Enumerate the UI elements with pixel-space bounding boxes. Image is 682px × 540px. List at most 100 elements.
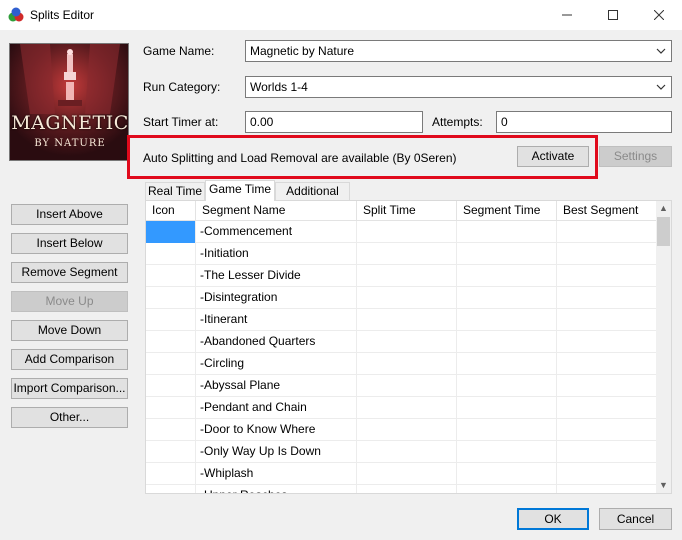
segment-time-cell[interactable] [457, 243, 557, 265]
table-row[interactable]: -Circling [146, 353, 658, 375]
other-button[interactable]: Other... [11, 407, 128, 428]
best-segment-cell[interactable] [557, 265, 658, 287]
column-header-best-segment[interactable]: Best Segment [557, 201, 658, 221]
table-row[interactable]: -Whiplash [146, 463, 658, 485]
remove-segment-button[interactable]: Remove Segment [11, 262, 128, 283]
segment-time-cell[interactable] [457, 287, 557, 309]
segment-name-cell[interactable]: -The Lesser Divide [196, 265, 357, 287]
split-time-cell[interactable] [357, 375, 457, 397]
segment-name-cell[interactable]: -Upper Reaches [196, 485, 357, 493]
segment-name-cell[interactable]: -Abandoned Quarters [196, 331, 357, 353]
table-row[interactable]: -Only Way Up Is Down [146, 441, 658, 463]
best-segment-cell[interactable] [557, 221, 658, 243]
split-time-cell[interactable] [357, 221, 457, 243]
row-icon-cell[interactable] [146, 353, 196, 375]
split-time-cell[interactable] [357, 309, 457, 331]
run-category-combobox[interactable]: Worlds 1-4 [245, 76, 672, 98]
column-header-segment-time[interactable]: Segment Time [457, 201, 557, 221]
insert-above-button[interactable]: Insert Above [11, 204, 128, 225]
segment-time-cell[interactable] [457, 353, 557, 375]
start-timer-input[interactable]: 0.00 [245, 111, 423, 133]
game-name-combobox[interactable]: Magnetic by Nature [245, 40, 672, 62]
table-row[interactable]: -The Lesser Divide [146, 265, 658, 287]
table-row[interactable]: -Abyssal Plane [146, 375, 658, 397]
row-icon-cell[interactable] [146, 221, 196, 243]
best-segment-cell[interactable] [557, 353, 658, 375]
row-icon-cell[interactable] [146, 397, 196, 419]
scrollbar-thumb[interactable] [657, 217, 670, 246]
segment-time-cell[interactable] [457, 375, 557, 397]
table-row[interactable]: -Initiation [146, 243, 658, 265]
split-time-cell[interactable] [357, 331, 457, 353]
split-time-cell[interactable] [357, 485, 457, 493]
column-header-icon[interactable]: Icon [146, 201, 196, 221]
move-down-button[interactable]: Move Down [11, 320, 128, 341]
segment-name-cell[interactable]: -Whiplash [196, 463, 357, 485]
insert-below-button[interactable]: Insert Below [11, 233, 128, 254]
table-row[interactable]: -Commencement [146, 221, 658, 243]
row-icon-cell[interactable] [146, 441, 196, 463]
best-segment-cell[interactable] [557, 397, 658, 419]
table-row[interactable]: -Door to Know Where [146, 419, 658, 441]
column-header-split-time[interactable]: Split Time [357, 201, 457, 221]
game-cover-image[interactable]: MAGNETIC BY NATURE [9, 43, 129, 161]
segment-name-cell[interactable]: -Disintegration [196, 287, 357, 309]
best-segment-cell[interactable] [557, 485, 658, 493]
row-icon-cell[interactable] [146, 485, 196, 493]
row-icon-cell[interactable] [146, 287, 196, 309]
split-time-cell[interactable] [357, 463, 457, 485]
ok-button[interactable]: OK [517, 508, 589, 530]
scroll-down-icon[interactable]: ▼ [656, 478, 671, 493]
segment-name-cell[interactable]: -Itinerant [196, 309, 357, 331]
segment-name-cell[interactable]: -Door to Know Where [196, 419, 357, 441]
maximize-button[interactable] [590, 0, 636, 30]
row-icon-cell[interactable] [146, 265, 196, 287]
segment-time-cell[interactable] [457, 463, 557, 485]
table-row[interactable]: -Abandoned Quarters [146, 331, 658, 353]
table-row[interactable]: -Pendant and Chain [146, 397, 658, 419]
tab-additional-info[interactable]: Additional Info [275, 182, 350, 214]
segment-name-cell[interactable]: -Commencement [196, 221, 357, 243]
segment-time-cell[interactable] [457, 419, 557, 441]
best-segment-cell[interactable] [557, 287, 658, 309]
split-time-cell[interactable] [357, 419, 457, 441]
best-segment-cell[interactable] [557, 441, 658, 463]
split-time-cell[interactable] [357, 397, 457, 419]
best-segment-cell[interactable] [557, 331, 658, 353]
best-segment-cell[interactable] [557, 375, 658, 397]
settings-button[interactable]: Settings [599, 146, 672, 167]
split-time-cell[interactable] [357, 353, 457, 375]
split-time-cell[interactable] [357, 265, 457, 287]
row-icon-cell[interactable] [146, 419, 196, 441]
vertical-scrollbar[interactable]: ▲ ▼ [656, 201, 671, 493]
table-row[interactable]: -Upper Reaches [146, 485, 658, 493]
row-icon-cell[interactable] [146, 463, 196, 485]
segments-table[interactable]: Icon Segment Name Split Time Segment Tim… [145, 200, 672, 494]
best-segment-cell[interactable] [557, 243, 658, 265]
minimize-button[interactable] [544, 0, 590, 30]
row-icon-cell[interactable] [146, 243, 196, 265]
tab-real-time[interactable]: Real Time [145, 182, 205, 200]
add-comparison-button[interactable]: Add Comparison [11, 349, 128, 370]
segment-time-cell[interactable] [457, 221, 557, 243]
best-segment-cell[interactable] [557, 463, 658, 485]
split-time-cell[interactable] [357, 287, 457, 309]
close-button[interactable] [636, 0, 682, 30]
segment-name-cell[interactable]: -Abyssal Plane [196, 375, 357, 397]
split-time-cell[interactable] [357, 243, 457, 265]
split-time-cell[interactable] [357, 441, 457, 463]
segment-time-cell[interactable] [457, 331, 557, 353]
cancel-button[interactable]: Cancel [599, 508, 672, 530]
segment-time-cell[interactable] [457, 397, 557, 419]
row-icon-cell[interactable] [146, 375, 196, 397]
import-comparison-button[interactable]: Import Comparison... [11, 378, 128, 399]
row-icon-cell[interactable] [146, 309, 196, 331]
table-row[interactable]: -Itinerant [146, 309, 658, 331]
scroll-up-icon[interactable]: ▲ [656, 201, 671, 216]
segment-time-cell[interactable] [457, 441, 557, 463]
segment-time-cell[interactable] [457, 265, 557, 287]
best-segment-cell[interactable] [557, 419, 658, 441]
segment-time-cell[interactable] [457, 485, 557, 493]
column-header-segment-name[interactable]: Segment Name [196, 201, 357, 221]
segment-name-cell[interactable]: -Pendant and Chain [196, 397, 357, 419]
